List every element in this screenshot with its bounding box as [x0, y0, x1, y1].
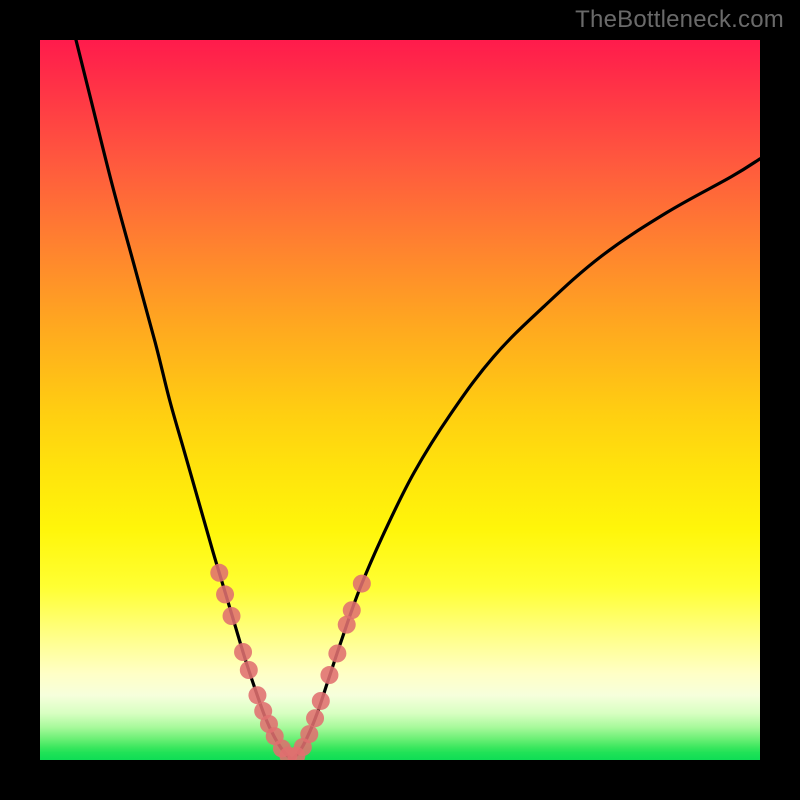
data-marker	[320, 666, 338, 684]
data-marker	[216, 585, 234, 603]
data-marker	[234, 643, 252, 661]
data-marker	[248, 686, 266, 704]
data-marker	[328, 644, 346, 662]
data-marker	[306, 709, 324, 727]
plot-area	[40, 40, 760, 760]
markers-right	[287, 575, 371, 760]
data-marker	[300, 725, 318, 743]
left-curve	[76, 40, 292, 760]
data-marker	[353, 575, 371, 593]
data-marker	[223, 607, 241, 625]
chart-frame: TheBottleneck.com	[0, 0, 800, 800]
markers-left	[210, 564, 297, 760]
watermark-text: TheBottleneck.com	[575, 6, 784, 34]
data-marker	[210, 564, 228, 582]
data-marker	[240, 661, 258, 679]
chart-svg	[40, 40, 760, 760]
right-curve	[292, 159, 760, 760]
data-marker	[312, 692, 330, 710]
data-marker	[343, 601, 361, 619]
